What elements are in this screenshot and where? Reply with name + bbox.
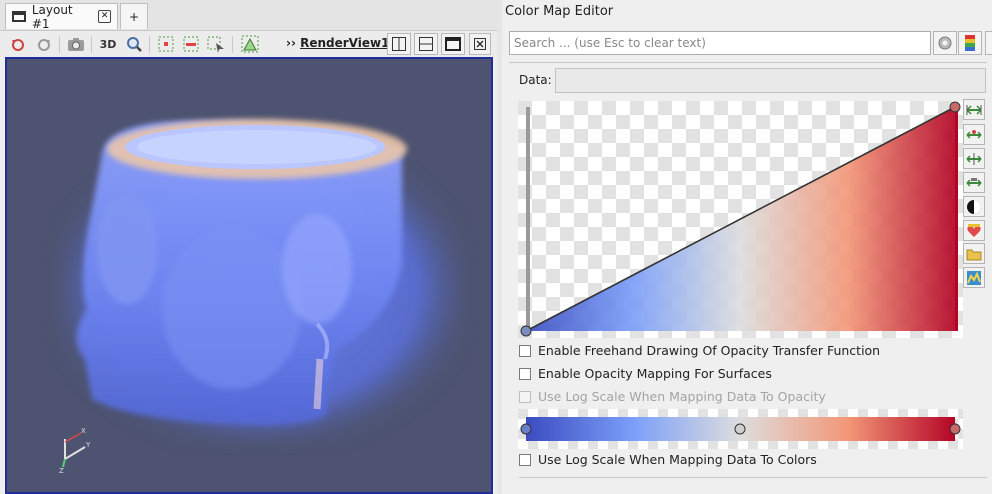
redo-camera-button[interactable] [34, 34, 54, 54]
split-vertical-icon [419, 37, 433, 51]
select-cells-icon [158, 36, 174, 52]
zoom-to-box-button[interactable] [124, 34, 144, 54]
log-colors-option[interactable]: Use Log Scale When Mapping Data To Color… [519, 452, 817, 467]
camera-icon [68, 38, 84, 51]
add-layout-tab-button[interactable]: + [120, 3, 148, 29]
rescale-over-time-button[interactable] [963, 148, 985, 169]
toggle-3d-button[interactable]: 3D [97, 34, 119, 54]
colorbar-canvas [518, 409, 963, 449]
add-tab-label: + [128, 9, 140, 24]
undo-camera-button[interactable] [8, 34, 28, 54]
select-block-button[interactable] [240, 34, 260, 54]
close-icon [474, 38, 486, 50]
close-tab-icon[interactable]: ✕ [98, 10, 111, 23]
freehand-opacity-option[interactable]: Enable Freehand Drawing Of Opacity Trans… [519, 343, 880, 358]
folder-icon [966, 249, 982, 260]
close-view-button[interactable] [469, 33, 491, 55]
search-input[interactable]: Search ... (use Esc to clear text) [509, 31, 931, 55]
select-points-icon [183, 36, 199, 52]
rescale-custom-range-button[interactable] [963, 124, 985, 145]
freehand-opacity-label: Enable Freehand Drawing Of Opacity Trans… [538, 343, 881, 358]
interactive-select-button[interactable] [206, 34, 226, 54]
layout-tab[interactable]: Layout #1 ✕ [5, 2, 118, 31]
log-opacity-checkbox [519, 390, 531, 403]
interactive-select-icon [207, 36, 224, 53]
choose-preset-button[interactable] [963, 220, 985, 241]
data-range-field[interactable] [555, 68, 986, 93]
log-opacity-option: Use Log Scale When Mapping Data To Opaci… [519, 389, 826, 404]
advanced-settings-button[interactable] [933, 31, 957, 55]
capture-screenshot-button[interactable] [66, 34, 86, 54]
rescale-range-icon [966, 104, 982, 115]
data-histogram-button[interactable] [963, 267, 985, 288]
divider [509, 62, 987, 63]
freehand-opacity-checkbox[interactable] [519, 344, 531, 357]
layout-tab-label: Layout #1 [31, 2, 73, 31]
opacity-surfaces-label: Enable Opacity Mapping For Surfaces [538, 366, 772, 381]
divider-bottom [519, 477, 987, 478]
opacity-surfaces-checkbox[interactable] [519, 367, 531, 380]
split-vertical-button[interactable] [414, 33, 438, 55]
heart-preset-icon [967, 223, 981, 237]
log-colors-label: Use Log Scale When Mapping Data To Color… [538, 452, 817, 467]
rescale-custom-icon [966, 129, 982, 139]
split-horizontal-icon [392, 37, 406, 51]
rescale-time-icon [966, 152, 982, 165]
save-preset-button[interactable] [963, 243, 985, 264]
maximize-view-button[interactable] [441, 33, 465, 55]
colormap-presets-icon [965, 35, 975, 51]
select-cells-button[interactable] [156, 34, 176, 54]
histogram-icon [967, 270, 981, 285]
render-view-title[interactable]: ›› RenderView1 [286, 36, 389, 50]
rescale-visible-icon [966, 177, 982, 187]
svg-text:Z: Z [59, 467, 64, 475]
select-points-button[interactable] [181, 34, 201, 54]
redo-camera-icon [38, 39, 50, 51]
gear-icon [938, 36, 952, 50]
invert-icon [967, 199, 981, 214]
svg-text:Y: Y [85, 441, 91, 449]
overflow-button[interactable] [985, 31, 992, 55]
invert-colormap-button[interactable] [963, 196, 985, 217]
log-colors-checkbox[interactable] [519, 453, 531, 466]
toggle-3d-label: 3D [99, 37, 117, 51]
triangle-select-icon [241, 35, 259, 53]
data-label: Data: [519, 73, 552, 87]
split-horizontal-button[interactable] [387, 33, 411, 55]
window-icon [12, 11, 26, 22]
layout-tab-bar: Layout #1 ✕ + [0, 0, 497, 31]
render-view-label: RenderView1 [300, 36, 390, 50]
svg-text:X: X [81, 427, 86, 435]
render-view[interactable]: Y X Z [5, 57, 493, 494]
opacity-surfaces-option[interactable]: Enable Opacity Mapping For Surfaces [519, 366, 772, 381]
color-transfer-function-editor[interactable] [518, 409, 963, 449]
opacity-function-canvas [518, 101, 963, 338]
save-default-button[interactable] [958, 31, 982, 55]
rescale-visible-range-button[interactable] [963, 172, 985, 193]
more-chevrons[interactable]: ›› [286, 36, 296, 50]
opacity-function-editor[interactable] [518, 101, 963, 338]
color-map-editor-title: Color Map Editor [505, 4, 614, 19]
rescale-to-data-range-button[interactable] [963, 99, 985, 120]
view-toolbar: 3D ›› RenderView1 [0, 31, 497, 57]
log-opacity-label: Use Log Scale When Mapping Data To Opaci… [538, 389, 826, 404]
maximize-icon [445, 37, 461, 51]
zoom-box-icon [127, 37, 142, 52]
undo-camera-icon [12, 39, 24, 51]
panel-splitter[interactable] [497, 0, 502, 494]
volume-rendering: Y X Z [55, 119, 465, 475]
